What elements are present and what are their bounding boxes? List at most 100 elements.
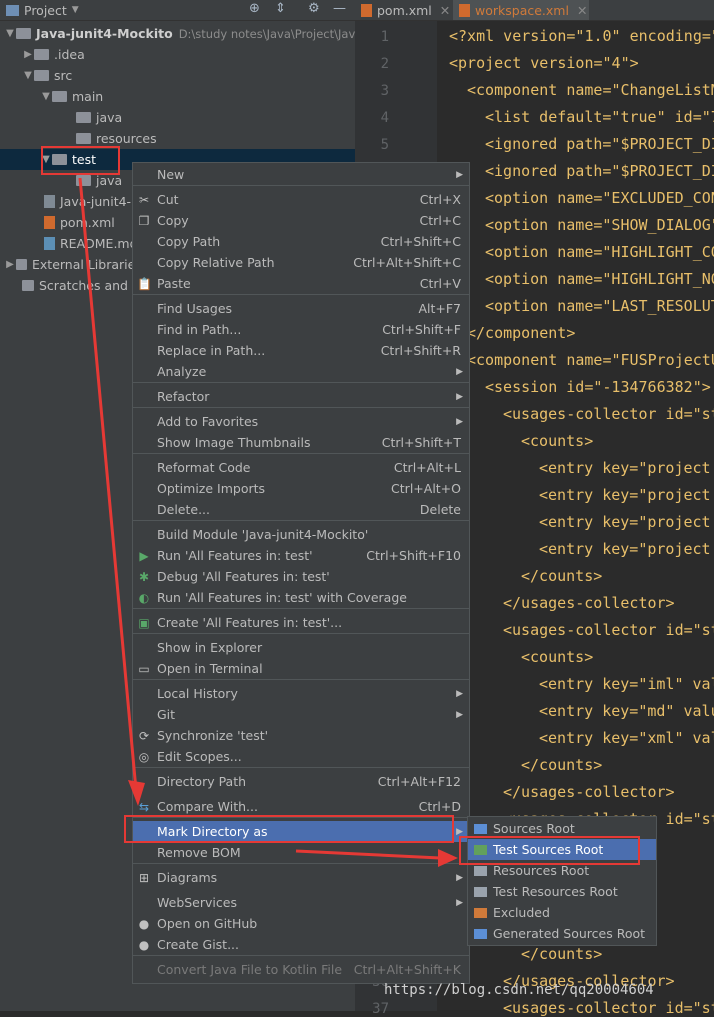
menu-item-remove-bom[interactable]: Remove BOM — [133, 842, 469, 863]
collapse-arrow-icon[interactable]: ▶ — [22, 49, 34, 60]
menu-separator — [133, 955, 469, 956]
tree-item-scratches[interactable]: Scratches and C — [22, 275, 141, 296]
menu-item-copy[interactable]: ❐ Copy Ctrl+C — [133, 210, 469, 231]
submenu-item-generated-sources-root[interactable]: Generated Sources Root — [468, 923, 656, 944]
collapse-icon[interactable]: ⇕ — [275, 1, 286, 16]
menu-item-label: Local History — [157, 686, 238, 701]
tree-item-main[interactable]: ▼ main — [40, 86, 103, 107]
code-line: <option name="EXCLUDED_CON — [485, 189, 714, 207]
hide-panel-icon[interactable]: — — [333, 1, 346, 16]
menu-item-create-gist[interactable]: ● Create Gist... — [133, 934, 469, 955]
tree-item-pom[interactable]: pom.xml — [44, 212, 115, 233]
tree-item-main-java[interactable]: java — [76, 107, 122, 128]
code-line: <entry key="iml" val — [539, 675, 714, 693]
menu-item-replace-in-path[interactable]: Replace in Path... Ctrl+Shift+R — [133, 340, 469, 361]
menu-item-shortcut: Ctrl+C — [419, 213, 461, 228]
menu-item-diagrams[interactable]: ⊞ Diagrams ▶ — [133, 867, 469, 888]
tree-item-external-libraries[interactable]: ▶ External Librarie — [4, 254, 135, 275]
tree-item-project-root[interactable]: ▼ Java-junit4-Mockito D:\study notes\Jav… — [4, 23, 362, 44]
code-line: <entry key="xml" val — [539, 729, 714, 747]
maven-file-icon — [44, 216, 55, 229]
code-line: <component name="ChangeListMa — [467, 81, 714, 99]
coverage-icon: ◐ — [138, 590, 150, 605]
expand-arrow-icon[interactable]: ▼ — [4, 28, 16, 39]
code-line: <option name="SHOW_DIALOG" — [485, 216, 714, 234]
scopes-icon: ◎ — [138, 749, 150, 764]
tab-workspace-xml[interactable]: workspace.xml ✕ — [453, 0, 589, 20]
menu-item-label: Replace in Path... — [157, 343, 266, 358]
close-icon[interactable]: ✕ — [577, 3, 587, 18]
menu-item-analyze[interactable]: Analyze ▶ — [133, 361, 469, 382]
menu-item-label: Show Image Thumbnails — [157, 435, 311, 450]
menu-item-optimize-imports[interactable]: Optimize Imports Ctrl+Alt+O — [133, 478, 469, 499]
menu-item-show-in-explorer[interactable]: Show in Explorer — [133, 637, 469, 658]
menu-separator — [133, 679, 469, 680]
menu-item-reformat-code[interactable]: Reformat Code Ctrl+Alt+L — [133, 457, 469, 478]
menu-item-webservices[interactable]: WebServices ▶ — [133, 892, 469, 913]
menu-item-debug-all-features-in-test[interactable]: ✱ Debug 'All Features in: test' — [133, 566, 469, 587]
menu-item-find-usages[interactable]: Find Usages Alt+F7 — [133, 298, 469, 319]
menu-item-copy-path[interactable]: Copy Path Ctrl+Shift+C — [133, 231, 469, 252]
tree-item-idea[interactable]: ▶ .idea — [22, 44, 85, 65]
line-number: 37 — [372, 1001, 389, 1017]
code-line: <entry key="project. — [539, 540, 714, 558]
submenu-item-test-resources-root[interactable]: Test Resources Root — [468, 881, 656, 902]
folder-icon — [474, 886, 487, 897]
target-icon[interactable]: ⊕ — [249, 1, 260, 16]
menu-item-shortcut: Ctrl+Alt+Shift+C — [353, 255, 461, 270]
tree-item-src[interactable]: ▼ src — [22, 65, 72, 86]
tab-pom-xml[interactable]: pom.xml ✕ — [361, 0, 450, 20]
code-line: <usages-collector id="st — [503, 999, 714, 1017]
menu-item-shortcut: Ctrl+Alt+F12 — [377, 774, 461, 789]
expand-arrow-icon[interactable]: ▼ — [22, 70, 34, 81]
menu-item-cut[interactable]: ✂ Cut Ctrl+X — [133, 189, 469, 210]
menu-item-directory-path[interactable]: Directory Path Ctrl+Alt+F12 — [133, 771, 469, 792]
submenu-item-label: Resources Root — [493, 863, 590, 878]
menu-item-add-to-favorites[interactable]: Add to Favorites ▶ — [133, 411, 469, 432]
menu-item-refactor[interactable]: Refactor ▶ — [133, 386, 469, 407]
menu-item-local-history[interactable]: Local History ▶ — [133, 683, 469, 704]
menu-item-run-all-features-in-test-with-coverage[interactable]: ◐ Run 'All Features in: test' with Covera… — [133, 587, 469, 608]
project-icon — [6, 4, 19, 16]
menu-item-open-in-terminal[interactable]: ▭ Open in Terminal — [133, 658, 469, 679]
collapse-arrow-icon[interactable]: ▶ — [4, 259, 16, 270]
menu-item-find-in-path[interactable]: Find in Path... Ctrl+Shift+F — [133, 319, 469, 340]
menu-item-label: Add to Favorites — [157, 414, 259, 429]
github-icon: ● — [138, 916, 150, 931]
menu-item-convert-java-file-to-kotlin-file[interactable]: Convert Java File to Kotlin File Ctrl+Alt… — [133, 959, 469, 980]
menu-item-label: Create 'All Features in: test'... — [157, 615, 343, 630]
tree-item-readme[interactable]: README.md — [44, 233, 138, 254]
code-line: <usages-collector id="st — [503, 621, 714, 639]
code-line: <counts> — [521, 432, 594, 450]
expand-arrow-icon[interactable]: ▼ — [40, 91, 52, 102]
tree-item-iml[interactable]: Java-junit4-M — [44, 191, 142, 212]
close-icon[interactable]: ✕ — [440, 3, 450, 18]
copy-icon: ❐ — [138, 213, 150, 228]
menu-item-label: Remove BOM — [157, 845, 241, 860]
menu-item-open-on-github[interactable]: ● Open on GitHub — [133, 913, 469, 934]
menu-item-edit-scopes[interactable]: ◎ Edit Scopes... — [133, 746, 469, 767]
menu-item-create-all-features-in-test[interactable]: ▣ Create 'All Features in: test'... — [133, 612, 469, 633]
xml-file-icon — [459, 3, 470, 17]
code-line: <component name="FUSProjectU — [467, 351, 714, 369]
menu-separator — [133, 633, 469, 634]
submenu-item-excluded[interactable]: Excluded — [468, 902, 656, 923]
code-line: </counts> — [521, 945, 603, 963]
menu-item-paste[interactable]: 📋 Paste Ctrl+V — [133, 273, 469, 294]
menu-item-delete[interactable]: Delete... Delete — [133, 499, 469, 520]
code-line: <entry key="project. — [539, 513, 714, 531]
run-icon: ▶ — [139, 548, 149, 563]
menu-item-run-all-features-in-test[interactable]: ▶ Run 'All Features in: test' Ctrl+Shift+F… — [133, 545, 469, 566]
menu-item-git[interactable]: Git ▶ — [133, 704, 469, 725]
menu-item-compare-with[interactable]: ⇆ Compare With... Ctrl+D — [133, 796, 469, 817]
iml-file-icon — [44, 195, 55, 208]
menu-item-label: Git — [157, 707, 176, 722]
menu-item-show-image-thumbnails[interactable]: Show Image Thumbnails Ctrl+Shift+T — [133, 432, 469, 453]
gear-icon[interactable]: ⚙ — [308, 1, 320, 16]
menu-item-copy-relative-path[interactable]: Copy Relative Path Ctrl+Alt+Shift+C — [133, 252, 469, 273]
menu-item-synchronize-test[interactable]: ⟳ Synchronize 'test' — [133, 725, 469, 746]
menu-item-new[interactable]: New ▶ — [133, 164, 469, 185]
menu-item-build-module-java-junit4-mockito[interactable]: Build Module 'Java-junit4-Mockito' — [133, 524, 469, 545]
menu-item-shortcut: Alt+F7 — [418, 301, 461, 316]
project-view-selector[interactable]: Project ▼ — [6, 3, 79, 18]
